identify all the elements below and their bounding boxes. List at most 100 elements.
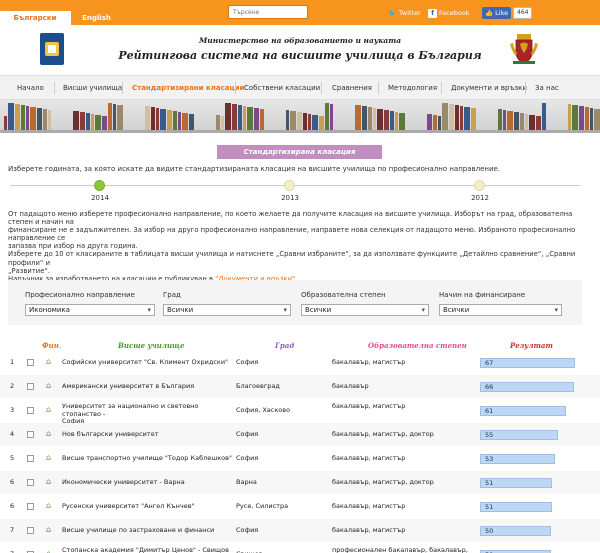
- table-row: 7⌂Стопанска академия "Димитър Ценов" - С…: [0, 543, 600, 553]
- building-icon: ⌂: [46, 381, 52, 390]
- year-2012-label[interactable]: 2012: [465, 194, 495, 202]
- twitter-link[interactable]: 🐦 Twitter: [388, 7, 421, 19]
- book-decoration: [290, 111, 296, 130]
- funding-select[interactable]: Всички ▾: [439, 304, 562, 316]
- row-rank: 6: [10, 478, 15, 486]
- field-select[interactable]: Икономика ▾: [25, 304, 155, 316]
- table-row: 6 ⌂ Русенски университет "Ангел Кънчев" Рус…: [0, 495, 600, 518]
- score-bar: 53: [480, 454, 556, 464]
- book-decoration: [355, 105, 361, 130]
- city-select[interactable]: Всички ▾: [163, 304, 291, 316]
- book-decoration: [585, 107, 589, 130]
- year-2013-dot[interactable]: [284, 180, 295, 191]
- select-checkbox[interactable]: [27, 479, 34, 486]
- book-decoration: [542, 103, 546, 130]
- score-bar: 50: [480, 526, 551, 536]
- nav-custom-rankings[interactable]: Собствени класации: [244, 76, 320, 100]
- book-decoration: [514, 112, 519, 130]
- city: Русе, Силистра: [236, 502, 289, 510]
- degree: професионален бакалавър, бакалавър,магис…: [332, 546, 468, 553]
- book-decoration: [442, 103, 448, 130]
- score-bar: 61: [480, 406, 567, 416]
- select-checkbox[interactable]: [27, 503, 34, 510]
- book-decoration: [108, 103, 112, 130]
- city: Варна: [236, 478, 257, 486]
- facebook-link[interactable]: f Facebook: [428, 7, 470, 19]
- year-2014-dot[interactable]: [94, 180, 105, 191]
- building-icon: ⌂: [46, 429, 52, 438]
- select-checkbox[interactable]: [27, 359, 34, 366]
- book-decoration: [216, 115, 220, 130]
- facebook-like-button[interactable]: 👍 Like: [482, 7, 512, 19]
- book-decoration: [73, 111, 79, 130]
- book-decoration: [160, 109, 166, 130]
- select-checkbox[interactable]: [27, 455, 34, 462]
- degree: бакалавър, магистър, доктор: [332, 478, 434, 486]
- select-checkbox[interactable]: [27, 407, 34, 414]
- school-name[interactable]: Висше транспортно училище "Тодор Каблешк…: [62, 454, 232, 463]
- nav-documents[interactable]: Документи и връзки: [451, 76, 527, 100]
- book-decoration: [464, 107, 470, 130]
- book-decoration: [232, 104, 237, 130]
- lang-english-tab[interactable]: English: [70, 11, 122, 25]
- table-row: 2 ⌂ Американски университет в България Благ…: [0, 375, 600, 398]
- chevron-down-icon: ▾: [283, 306, 287, 314]
- school-name[interactable]: Икономически университет - Варна: [62, 478, 232, 487]
- school-name[interactable]: Американски университет в България: [62, 382, 232, 391]
- degree-select[interactable]: Всички ▾: [301, 304, 429, 316]
- row-rank: 5: [10, 454, 15, 462]
- nav-about[interactable]: За нас: [535, 76, 559, 100]
- select-checkbox[interactable]: [27, 527, 34, 534]
- book-decoration: [438, 116, 441, 130]
- school-name[interactable]: Висше училище по застраховане и финанси: [62, 526, 232, 535]
- book-decoration: [503, 110, 506, 130]
- row-rank: 6: [10, 502, 15, 510]
- chevron-down-icon: ▾: [554, 306, 558, 314]
- main-nav: Начало Висши училища Стандартизирани кла…: [0, 75, 600, 100]
- nav-universities[interactable]: Висши училища: [63, 76, 122, 100]
- score-bar: 55: [480, 430, 558, 440]
- book-decoration: [362, 106, 367, 130]
- nav-standard-rankings[interactable]: Стандартизирани класации: [132, 76, 244, 100]
- book-decoration: [113, 104, 116, 130]
- book-decoration: [4, 116, 7, 130]
- book-decoration: [80, 112, 85, 130]
- book-decoration: [433, 115, 437, 130]
- table-row: 1 ⌂ Софийски университет "Св. Климент Охри…: [0, 351, 600, 374]
- year-2013-label[interactable]: 2013: [275, 194, 305, 202]
- nav-home[interactable]: Начало: [17, 76, 44, 100]
- book-decoration: [308, 114, 311, 130]
- book-decoration: [43, 109, 47, 130]
- book-decoration: [525, 114, 528, 130]
- site-header: Министерство на образованието и науката …: [0, 25, 600, 75]
- school-name[interactable]: Стопанска академия "Димитър Ценов" - Сви…: [62, 546, 232, 553]
- filter-panel: Професионално направление Икономика ▾ Гра…: [8, 280, 582, 325]
- school-name[interactable]: Софийски университет "Св. Климент Охридс…: [62, 358, 232, 367]
- school-name[interactable]: Русенски университет "Ангел Кънчев": [62, 502, 232, 511]
- select-checkbox[interactable]: [27, 431, 34, 438]
- year-2014-label[interactable]: 2014: [85, 194, 115, 202]
- building-icon: ⌂: [46, 501, 52, 510]
- book-decoration: [312, 115, 318, 130]
- book-decoration: [303, 113, 307, 130]
- book-decoration: [498, 109, 502, 130]
- score-bar: 51: [480, 478, 553, 488]
- book-decoration: [182, 113, 188, 130]
- select-checkbox[interactable]: [27, 383, 34, 390]
- lang-bulgarian-tab[interactable]: Български: [0, 11, 70, 25]
- col-header-result: Резултат: [510, 341, 553, 350]
- book-decoration: [95, 115, 101, 130]
- city: София: [236, 430, 259, 438]
- city: София: [236, 358, 259, 366]
- school-name[interactable]: Нов български университет: [62, 430, 232, 439]
- search-input[interactable]: [228, 5, 308, 19]
- row-rank: 7: [10, 526, 15, 534]
- year-2012-dot[interactable]: [474, 180, 485, 191]
- nav-methodology[interactable]: Методология: [388, 76, 437, 100]
- book-decoration: [15, 104, 20, 130]
- funding-label: Начин на финансиране: [439, 291, 526, 299]
- row-rank: 2: [10, 382, 15, 390]
- col-header-school: Висше училище: [118, 341, 185, 350]
- book-decoration: [529, 115, 535, 130]
- nav-comparisons[interactable]: Сравнения: [332, 76, 372, 100]
